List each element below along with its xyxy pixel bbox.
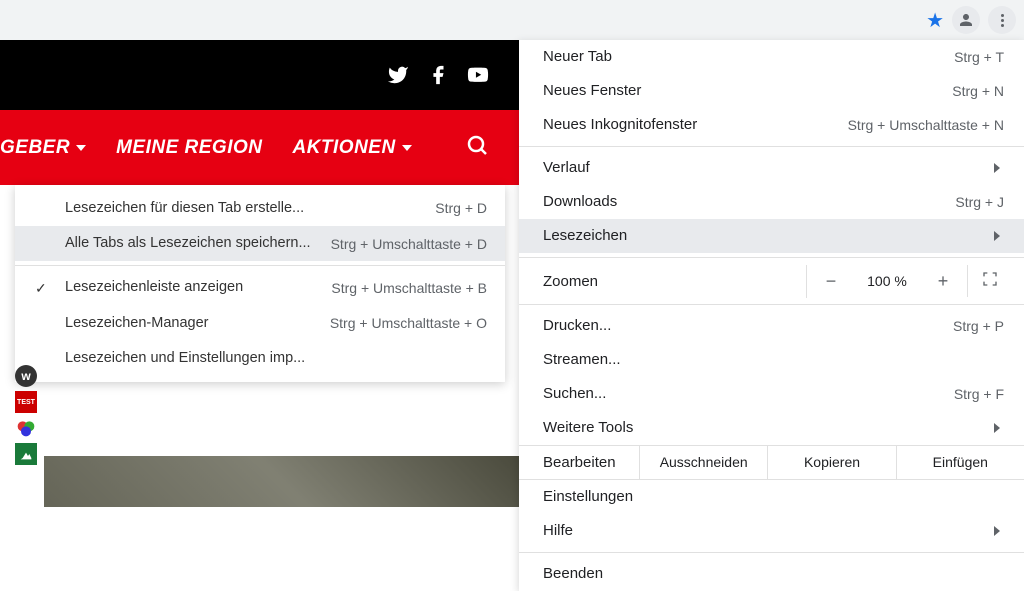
chevron-right-icon: [994, 526, 1000, 536]
menu-more-tools[interactable]: Weitere Tools: [519, 411, 1024, 445]
nav-aktionen-label: AKTIONEN: [292, 137, 395, 159]
bookmark-star-icon[interactable]: ★: [926, 8, 944, 33]
zoom-label: Zoomen: [543, 273, 806, 290]
fullscreen-icon: [982, 271, 998, 287]
person-icon: [957, 11, 975, 29]
menu-edit-row: Bearbeiten Ausschneiden Kopieren Einfüge…: [519, 445, 1024, 480]
menu-find[interactable]: Suchen... Strg + F: [519, 377, 1024, 411]
menu-label: Verlauf: [543, 156, 590, 180]
submenu-bookmark-tab[interactable]: Lesezeichen für diesen Tab erstelle... S…: [15, 191, 505, 226]
menu-label: Beenden: [543, 562, 603, 586]
menu-new-tab[interactable]: Neuer Tab Strg + T: [519, 40, 1024, 74]
main-menu-button[interactable]: [988, 6, 1016, 34]
search-icon: [465, 133, 489, 157]
menu-shortcut: Strg + J: [955, 191, 1004, 213]
menu-shortcut: Strg + F: [954, 383, 1004, 405]
nav-region-label: MEINE REGION: [116, 137, 262, 159]
submenu-shortcut: Strg + Umschalttaste + B: [331, 277, 487, 299]
chevron-right-icon: [994, 231, 1000, 241]
youtube-icon[interactable]: [467, 64, 489, 86]
submenu-label: Lesezeichen für diesen Tab erstelle...: [65, 197, 304, 220]
chevron-down-icon: [76, 145, 86, 151]
bookmark-favicon-3[interactable]: [15, 417, 37, 439]
profile-button[interactable]: [952, 6, 980, 34]
menu-cast[interactable]: Streamen...: [519, 343, 1024, 377]
cut-button[interactable]: Ausschneiden: [639, 446, 767, 479]
menu-downloads[interactable]: Downloads Strg + J: [519, 185, 1024, 219]
bookmark-favicon-4[interactable]: [15, 443, 37, 465]
menu-separator: [519, 304, 1024, 305]
submenu-label: Lesezeichenleiste anzeigen: [65, 276, 243, 299]
bookmark-favicon-1[interactable]: w: [15, 365, 37, 387]
menu-zoom-row: Zoomen − 100 % +: [519, 262, 1024, 300]
menu-label: Hilfe: [543, 519, 573, 543]
menu-help[interactable]: Hilfe: [519, 514, 1024, 548]
chevron-down-icon: [402, 145, 412, 151]
bookmarks-submenu: Lesezeichen für diesen Tab erstelle... S…: [15, 185, 505, 382]
menu-label: Weitere Tools: [543, 416, 633, 440]
menu-label: Lesezeichen: [543, 224, 627, 248]
menu-label: Neues Fenster: [543, 79, 641, 103]
search-button[interactable]: [465, 133, 489, 163]
submenu-label: Lesezeichen und Einstellungen imp...: [65, 347, 305, 370]
submenu-import-bookmarks[interactable]: Lesezeichen und Einstellungen imp...: [15, 341, 505, 376]
fullscreen-button[interactable]: [967, 265, 1012, 297]
nav-geber-label: GEBER: [0, 137, 70, 159]
menu-new-incognito[interactable]: Neues Inkognitofenster Strg + Umschaltta…: [519, 108, 1024, 142]
menu-print[interactable]: Drucken... Strg + P: [519, 309, 1024, 343]
page-background: [44, 456, 519, 507]
menu-label: Neues Inkognitofenster: [543, 113, 697, 137]
menu-shortcut: Strg + N: [952, 80, 1004, 102]
paste-button[interactable]: Einfügen: [896, 446, 1024, 479]
menu-settings[interactable]: Einstellungen: [519, 480, 1024, 514]
submenu-label: Lesezeichen-Manager: [65, 312, 208, 335]
twitter-icon[interactable]: [387, 64, 409, 86]
menu-bookmarks[interactable]: Lesezeichen: [519, 219, 1024, 253]
bookmark-favicon-2[interactable]: TEST: [15, 391, 37, 413]
menu-shortcut: Strg + P: [953, 315, 1004, 337]
site-nav: GEBER MEINE REGION AKTIONEN: [0, 110, 519, 185]
menu-label: Einstellungen: [543, 485, 633, 509]
menu-label: Drucken...: [543, 314, 611, 338]
submenu-label: Alle Tabs als Lesezeichen speichern...: [65, 232, 311, 255]
nav-geber[interactable]: GEBER: [0, 137, 86, 159]
menu-shortcut: Strg + Umschalttaste + N: [848, 114, 1004, 136]
submenu-shortcut: Strg + D: [435, 197, 487, 219]
social-bar: [0, 40, 519, 110]
nav-region[interactable]: MEINE REGION: [116, 137, 262, 159]
menu-label: Streamen...: [543, 348, 621, 372]
zoom-out-button[interactable]: −: [807, 265, 855, 298]
submenu-shortcut: Strg + Umschalttaste + D: [331, 233, 487, 255]
submenu-shortcut: Strg + Umschalttaste + O: [330, 312, 487, 334]
menu-history[interactable]: Verlauf: [519, 151, 1024, 185]
menu-new-window[interactable]: Neues Fenster Strg + N: [519, 74, 1024, 108]
chevron-right-icon: [994, 423, 1000, 433]
submenu-bookmark-manager[interactable]: Lesezeichen-Manager Strg + Umschalttaste…: [15, 306, 505, 341]
edit-label: Bearbeiten: [519, 446, 639, 479]
browser-toolbar: ★: [0, 0, 1024, 40]
menu-separator: [519, 552, 1024, 553]
menu-exit[interactable]: Beenden: [519, 557, 1024, 591]
menu-label: Suchen...: [543, 382, 606, 406]
nav-aktionen[interactable]: AKTIONEN: [292, 137, 411, 159]
bookmarks-bar-vertical: w TEST: [15, 365, 37, 465]
submenu-show-bookmarks-bar[interactable]: ✓ Lesezeichenleiste anzeigen Strg + Umsc…: [15, 270, 505, 305]
zoom-in-button[interactable]: +: [919, 265, 967, 298]
menu-separator: [519, 146, 1024, 147]
menu-label: Neuer Tab: [543, 45, 612, 69]
submenu-bookmark-all-tabs[interactable]: Alle Tabs als Lesezeichen speichern... S…: [15, 226, 505, 261]
chrome-main-menu: Neuer Tab Strg + T Neues Fenster Strg + …: [519, 40, 1024, 591]
chevron-right-icon: [994, 163, 1000, 173]
three-dots-icon: [1001, 14, 1004, 27]
copy-button[interactable]: Kopieren: [767, 446, 895, 479]
menu-label: Downloads: [543, 190, 617, 214]
check-icon: ✓: [35, 277, 47, 299]
zoom-percentage: 100 %: [855, 273, 919, 289]
submenu-separator: [15, 265, 505, 266]
menu-separator: [519, 257, 1024, 258]
menu-shortcut: Strg + T: [954, 46, 1004, 68]
facebook-icon[interactable]: [427, 64, 449, 86]
